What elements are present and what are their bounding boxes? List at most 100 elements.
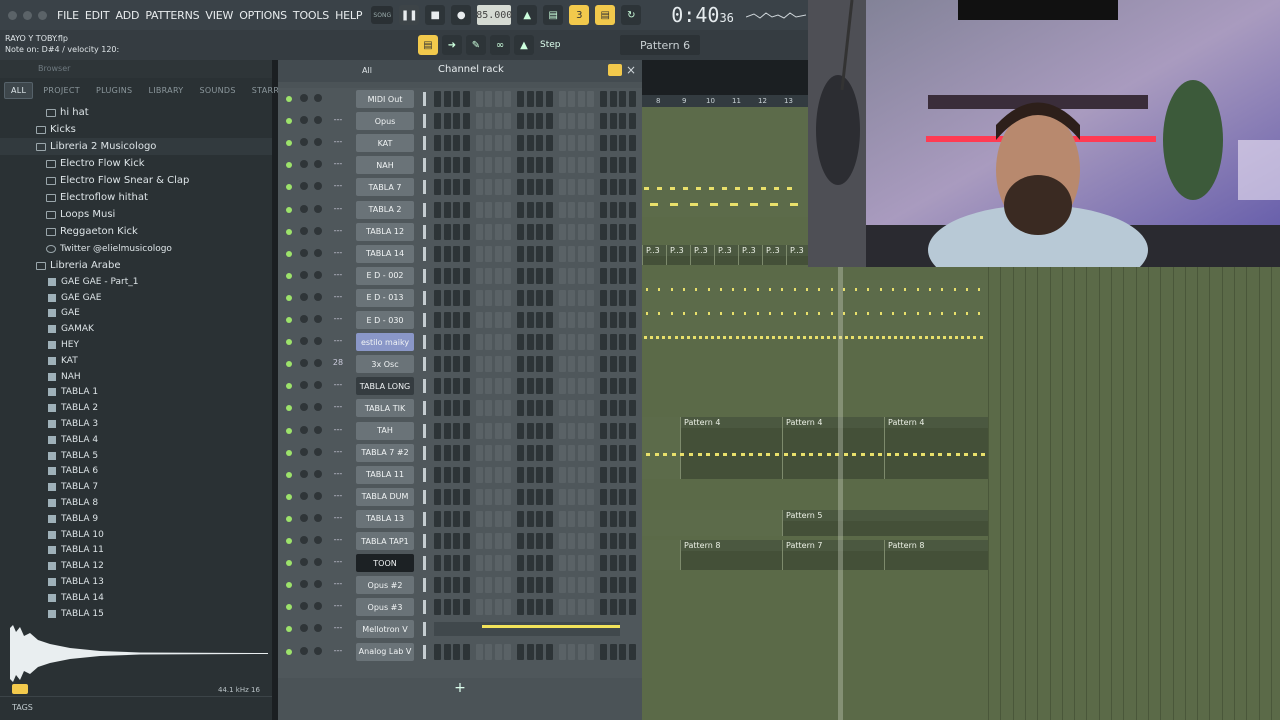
channel-name-button[interactable]: E D - 030	[356, 311, 414, 329]
channel-row[interactable]: --- NAH	[278, 154, 642, 176]
step-button[interactable]	[536, 289, 543, 306]
step-button[interactable]	[526, 334, 534, 351]
folder-item[interactable]: Twitter @elielmusicologo	[0, 240, 272, 257]
step-button[interactable]	[526, 422, 534, 439]
step-button[interactable]	[619, 356, 626, 373]
step-button[interactable]	[600, 267, 607, 284]
playlist-track[interactable]: Pattern 5	[642, 510, 988, 536]
step-button[interactable]	[628, 599, 636, 616]
step-button[interactable]	[587, 422, 594, 439]
step-button[interactable]	[443, 201, 451, 218]
step-button[interactable]	[494, 533, 502, 549]
step-button[interactable]	[526, 356, 534, 373]
playlist-clip[interactable]: Pattern 5	[782, 510, 988, 536]
folder-item[interactable]: Electroflow hithat	[0, 189, 272, 206]
step-button[interactable]	[600, 378, 607, 395]
step-button[interactable]	[558, 577, 566, 594]
mixer-track-selector[interactable]: ---	[330, 646, 346, 658]
step-button[interactable]	[587, 179, 594, 196]
step-button[interactable]	[628, 289, 636, 306]
step-button[interactable]	[443, 179, 451, 196]
step-button[interactable]	[587, 378, 594, 395]
step-button[interactable]	[558, 378, 566, 395]
mute-led-icon[interactable]	[286, 361, 292, 368]
step-button[interactable]	[494, 223, 502, 240]
step-button[interactable]	[545, 223, 553, 240]
step-button[interactable]	[558, 488, 566, 505]
step-button[interactable]	[494, 179, 502, 196]
step-button[interactable]	[475, 510, 483, 527]
volume-knob[interactable]	[314, 94, 322, 102]
preview-play-icon[interactable]	[12, 684, 28, 694]
step-button[interactable]	[494, 356, 502, 373]
menu-help[interactable]: HELP	[332, 9, 365, 22]
step-button[interactable]	[609, 289, 617, 306]
step-button[interactable]	[568, 91, 575, 107]
step-button[interactable]	[485, 157, 492, 174]
channel-select-indicator[interactable]	[423, 158, 426, 173]
step-button[interactable]	[628, 533, 636, 549]
step-button[interactable]	[434, 289, 441, 306]
pan-knob[interactable]	[300, 602, 308, 611]
step-button[interactable]	[609, 577, 617, 594]
step-button[interactable]	[453, 488, 460, 505]
step-button[interactable]	[536, 113, 543, 130]
mute-led-icon[interactable]	[286, 405, 292, 412]
step-button[interactable]	[600, 245, 607, 262]
step-button[interactable]	[536, 201, 543, 218]
channel-name-button[interactable]: 3x Osc	[356, 355, 414, 374]
step-button[interactable]	[577, 113, 585, 130]
step-button[interactable]	[628, 157, 636, 174]
step-button[interactable]	[494, 400, 502, 417]
mute-led-icon[interactable]	[286, 427, 292, 434]
step-button[interactable]	[600, 599, 607, 616]
playlist-clip[interactable]: Pattern 8	[680, 540, 782, 570]
step-button[interactable]	[434, 312, 441, 328]
step-button[interactable]	[517, 312, 524, 328]
mute-led-icon[interactable]	[286, 538, 292, 544]
step-button[interactable]	[619, 466, 626, 483]
step-button[interactable]	[568, 555, 575, 572]
channel-row[interactable]: --- Opus #2	[278, 574, 642, 596]
step-button[interactable]	[504, 422, 511, 439]
channel-name-button[interactable]: E D - 002	[356, 266, 414, 285]
mixer-track-selector[interactable]: ---	[330, 270, 346, 282]
playlist-track[interactable]	[642, 107, 808, 217]
step-button[interactable]	[453, 179, 460, 196]
step-button[interactable]	[453, 245, 460, 262]
step-button[interactable]	[475, 466, 483, 483]
mixer-track-selector[interactable]: ---	[330, 292, 346, 304]
step-button[interactable]	[434, 356, 441, 373]
menu-file[interactable]: FILE	[54, 9, 82, 22]
step-button[interactable]	[628, 555, 636, 572]
step-button[interactable]	[462, 157, 470, 174]
step-button[interactable]	[568, 422, 575, 439]
step-button[interactable]	[577, 312, 585, 328]
step-button[interactable]	[494, 577, 502, 594]
step-button[interactable]	[526, 113, 534, 130]
step-button[interactable]	[517, 179, 524, 196]
step-button[interactable]	[568, 157, 575, 174]
step-button[interactable]	[545, 444, 553, 461]
step-button[interactable]	[609, 201, 617, 218]
step-button[interactable]	[434, 555, 441, 572]
step-button[interactable]	[609, 488, 617, 505]
step-button[interactable]	[628, 378, 636, 395]
volume-knob[interactable]	[314, 602, 322, 611]
step-button[interactable]	[485, 643, 492, 660]
channel-name-button[interactable]: E D - 013	[356, 288, 414, 307]
step-button[interactable]	[536, 533, 543, 549]
playlist-clip[interactable]: P..3	[762, 245, 786, 265]
channel-name-button[interactable]: TABLA 14	[356, 244, 414, 263]
playlist-track[interactable]: Pattern 4 Pattern 4 Pattern 4	[642, 417, 988, 479]
step-button[interactable]	[453, 422, 460, 439]
channel-row[interactable]: --- TABLA TAP1	[278, 530, 642, 552]
step-button[interactable]	[619, 201, 626, 218]
step-button[interactable]	[443, 510, 451, 527]
channel-name-button[interactable]: Mellotron V	[356, 620, 414, 639]
step-button[interactable]	[577, 179, 585, 196]
step-button[interactable]	[504, 510, 511, 527]
step-button[interactable]	[558, 334, 566, 351]
step-button[interactable]	[475, 267, 483, 284]
volume-knob[interactable]	[314, 624, 322, 633]
